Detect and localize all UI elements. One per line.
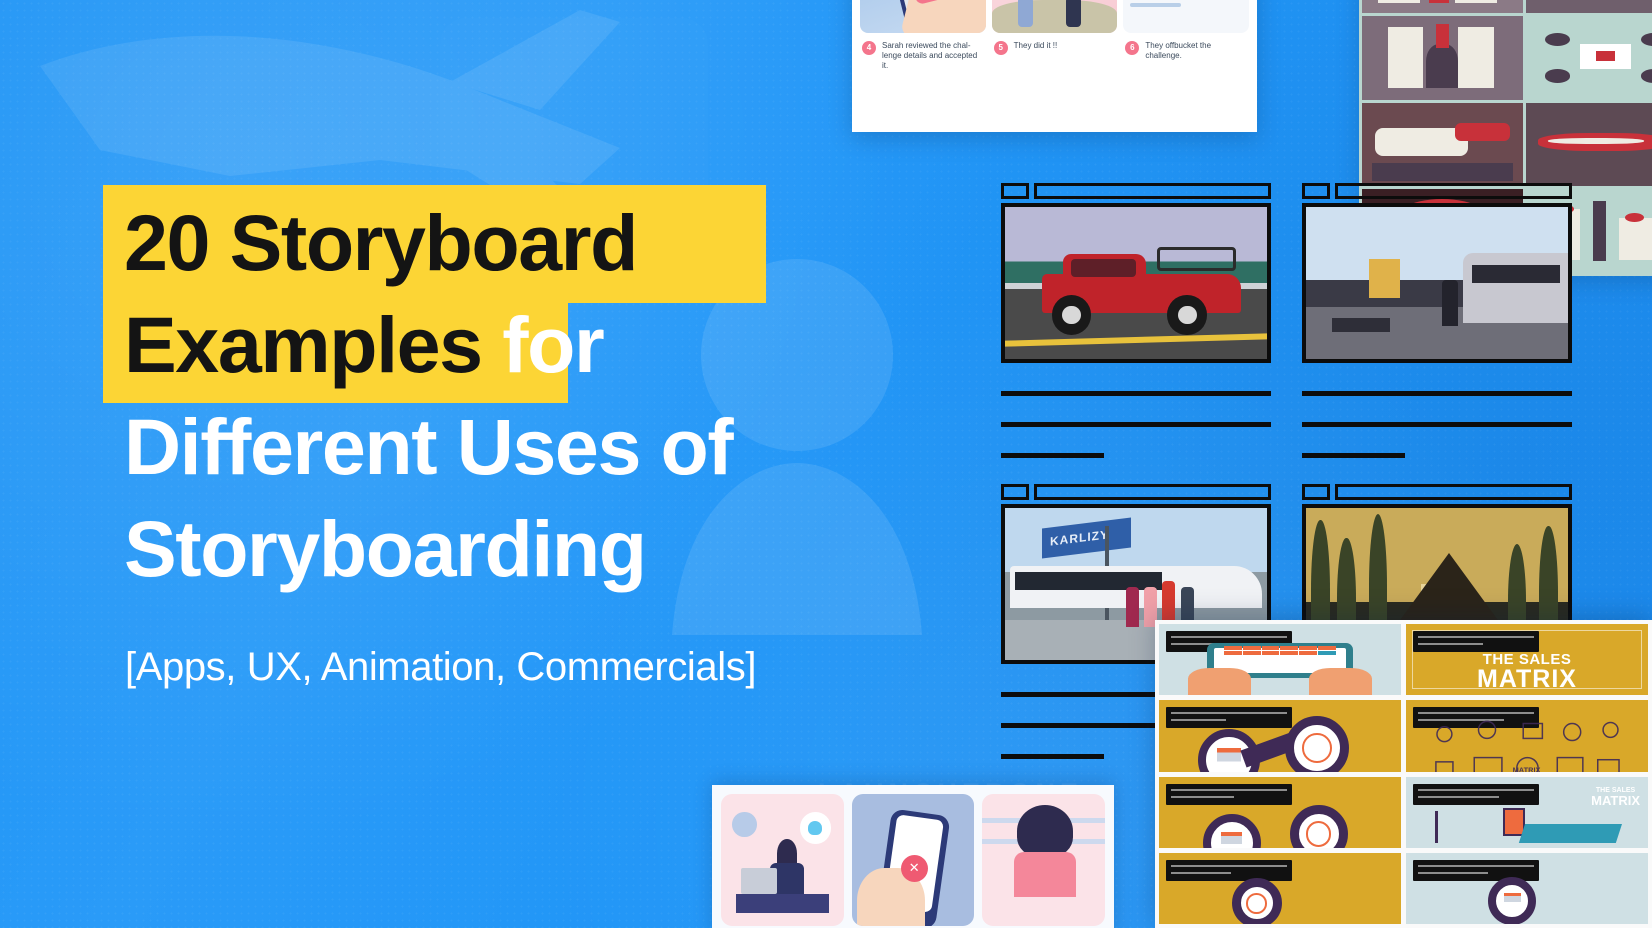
frame-header-bar — [1302, 484, 1572, 500]
clock-icon — [1231, 878, 1282, 924]
process-flow-diagram: MATRIX — [1434, 720, 1620, 772]
storyboard-cell: 4 Sarah reviewed the chal-lenge details … — [860, 0, 986, 71]
panel-number-badge: 4 — [862, 41, 876, 55]
storyboard-cell: 6 They offbucket the challenge. — [1123, 0, 1250, 71]
title-line-3: Different Uses of — [124, 402, 734, 491]
storyboard-cell: 5 They did it !! — [991, 0, 1118, 71]
title-line-2-light: for — [502, 300, 605, 389]
desk-scene-cell — [721, 794, 844, 926]
matrix-slide-extra-2 — [1406, 852, 1648, 924]
frame-caption-rules — [1302, 391, 1572, 458]
svg-text:MATRIX: MATRIX — [1512, 765, 1540, 772]
app-storyboard-card: 4 Sarah reviewed the chal-lenge details … — [852, 0, 1257, 132]
truck-frame — [1001, 183, 1271, 484]
hand-icon — [899, 0, 986, 33]
comic-panel — [1362, 0, 1523, 13]
page-subtitle: [Apps, UX, Animation, Commercials] — [125, 645, 757, 689]
slide-caption-bar — [1166, 783, 1292, 805]
title-line-1: 20 Storyboard — [124, 198, 638, 287]
slide-caption-bar — [1413, 783, 1539, 805]
laptop-icon — [740, 867, 778, 895]
title-line-2-dark: Examples — [124, 300, 483, 389]
phone-tap-illustration — [860, 0, 986, 33]
matrix-slide-timeline — [1159, 700, 1401, 772]
hand-icon — [1188, 668, 1251, 696]
matrix-mini-title: THE SALES MATRIX — [1591, 786, 1640, 808]
app-feed-illustration — [1123, 0, 1250, 33]
frame-caption-rules — [1001, 391, 1271, 458]
station-illustration — [1302, 203, 1572, 363]
comic-panel — [1362, 102, 1523, 187]
slide-caption-bar — [1166, 707, 1292, 729]
slide-caption-bar — [1413, 631, 1539, 652]
hiker-figure — [1012, 0, 1040, 27]
hand-icon — [1309, 668, 1372, 696]
storyboard-caption: 6 They offbucket the challenge. — [1123, 33, 1249, 61]
matrix-slide-energy: THE SALES MATRIX — [1406, 776, 1648, 848]
frame-header-bar — [1302, 183, 1572, 199]
sales-matrix-deck-card: THE SALES MATRIX MATRIX THE SALES MATRIX — [1155, 620, 1652, 928]
storyboard-caption: 4 Sarah reviewed the chal-lenge details … — [860, 33, 986, 71]
matrix-slide-tablet — [1159, 624, 1401, 696]
frame-header-bar — [1001, 484, 1271, 500]
hiker-figure — [1060, 0, 1088, 27]
station-frame — [1302, 183, 1572, 484]
comic-panel — [1525, 102, 1652, 187]
trail-shape — [991, 0, 1118, 33]
close-icon — [900, 854, 928, 882]
panel-number-badge: 6 — [1125, 41, 1140, 55]
frame-header-bar — [1001, 183, 1271, 199]
phone-scene-cell — [851, 794, 975, 926]
panel-caption-text: They did it !! — [1013, 41, 1058, 50]
solar-panel-icon — [1519, 823, 1622, 843]
document-icon — [1488, 876, 1537, 924]
document-icon — [1202, 813, 1261, 848]
wind-turbine-icon — [1435, 810, 1439, 844]
clock-icon — [1289, 805, 1348, 848]
woman-scene-cell — [982, 794, 1106, 926]
app-bottom-storyboard-card — [712, 785, 1114, 928]
matrix-title: THE SALES MATRIX — [1477, 650, 1577, 694]
clock-icon — [732, 812, 757, 837]
matrix-slide-timeline-2 — [1159, 776, 1401, 848]
clock-icon — [1284, 715, 1349, 772]
panel-caption-text: They offbucket the challenge. — [1145, 41, 1212, 60]
lightbulb-icon — [799, 812, 832, 845]
storyboard-row: 4 Sarah reviewed the chal-lenge details … — [852, 0, 1257, 71]
comic-panel — [1362, 15, 1523, 100]
truck-illustration — [1001, 203, 1271, 363]
storyboard-caption: 5 They did it !! — [992, 33, 1118, 55]
matrix-slide-title: THE SALES MATRIX — [1406, 624, 1648, 696]
comic-panel — [1525, 15, 1652, 100]
panel-caption-text: Sarah reviewed the chal-lenge details an… — [882, 41, 978, 70]
matrix-slide-flow: MATRIX — [1406, 700, 1648, 772]
comic-panel — [1525, 0, 1652, 13]
hikers-illustration — [991, 0, 1118, 33]
title-line-4: Storyboarding — [124, 504, 647, 593]
poster-canvas: LAUNCHERONE SPACE 20 Storyboard Examples… — [0, 0, 1652, 928]
page-title: 20 Storyboard Examples for Different Use… — [124, 192, 914, 600]
matrix-slide-extra-1 — [1159, 852, 1401, 924]
matrix-grid — [1224, 646, 1336, 656]
slide-caption-bar — [1166, 859, 1292, 881]
panel-number-badge: 5 — [993, 41, 1008, 55]
